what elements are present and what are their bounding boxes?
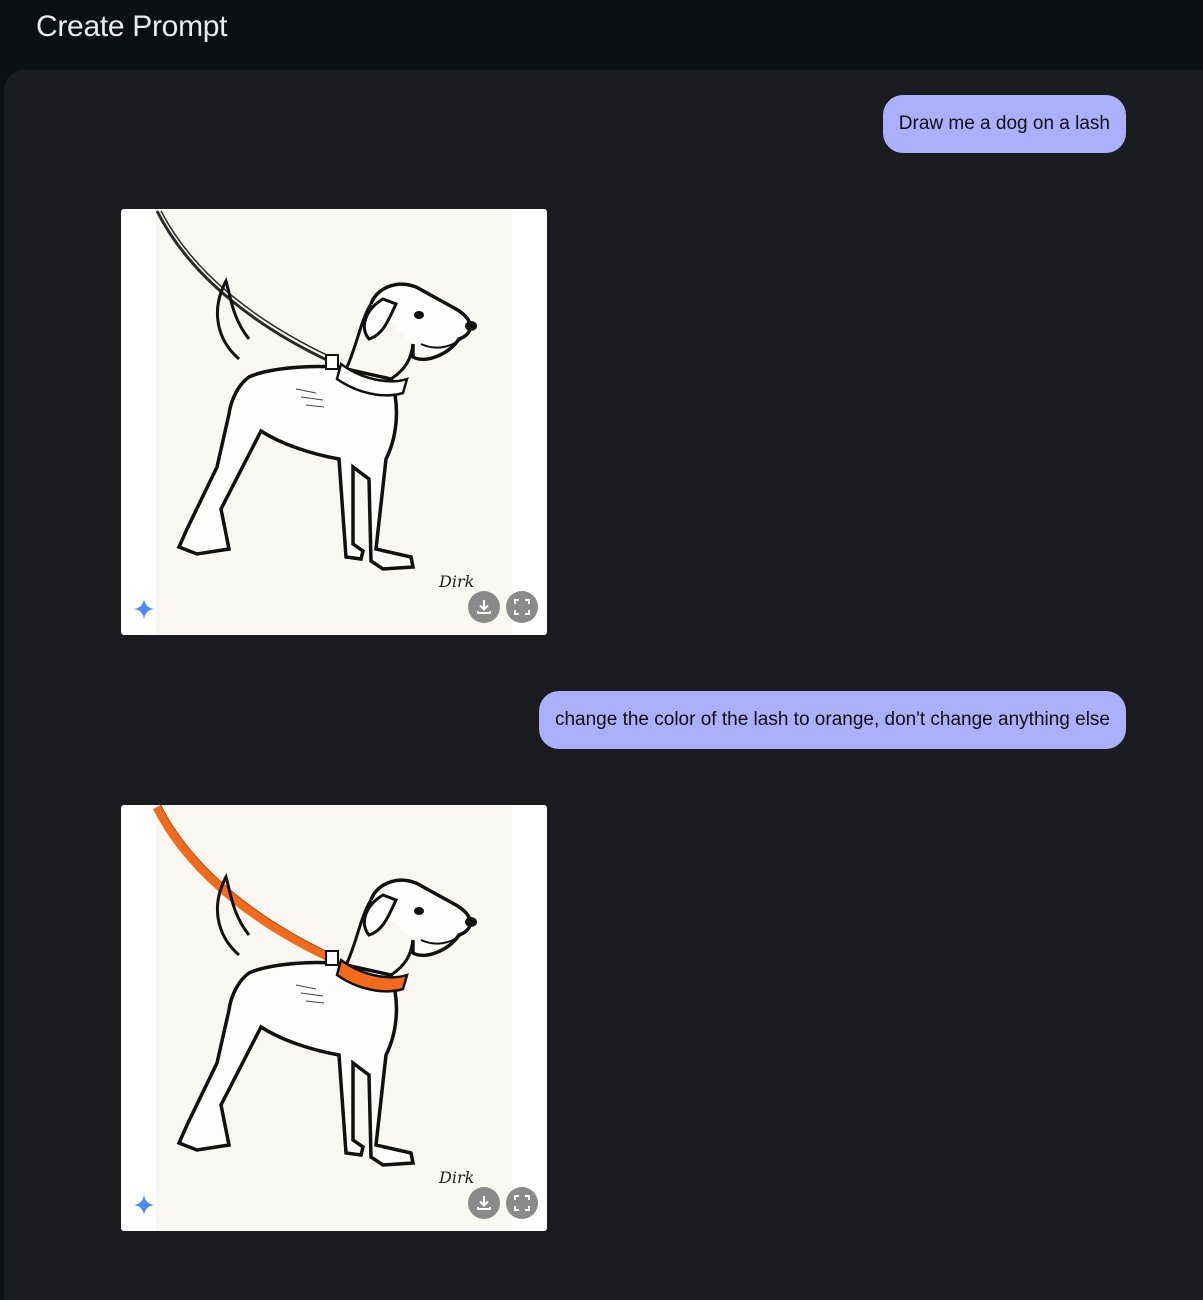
download-button[interactable] [468,591,500,623]
page-title: Create Prompt [36,10,228,43]
dog-drawing: Dirk [155,210,477,591]
top-bar: Create Prompt [0,0,1203,70]
svg-text:Dirk: Dirk [438,1168,474,1187]
user-message: change the color of the lash to orange, … [538,691,1126,749]
dog-drawing: Dirk [152,805,477,1187]
sparkle-icon [134,1195,154,1215]
fullscreen-button[interactable] [506,591,538,623]
download-icon [477,600,491,614]
sparkle-icon [134,599,154,619]
generated-image[interactable]: Dirk [121,209,547,635]
svg-text:Dirk: Dirk [438,572,474,591]
fullscreen-button[interactable] [506,1187,538,1219]
user-message: Draw me a dog on a lash [882,95,1126,153]
download-icon [477,1196,491,1210]
fullscreen-icon [514,1195,530,1211]
generated-image[interactable]: Dirk [121,805,547,1231]
download-button[interactable] [468,1187,500,1219]
fullscreen-icon [514,599,530,615]
